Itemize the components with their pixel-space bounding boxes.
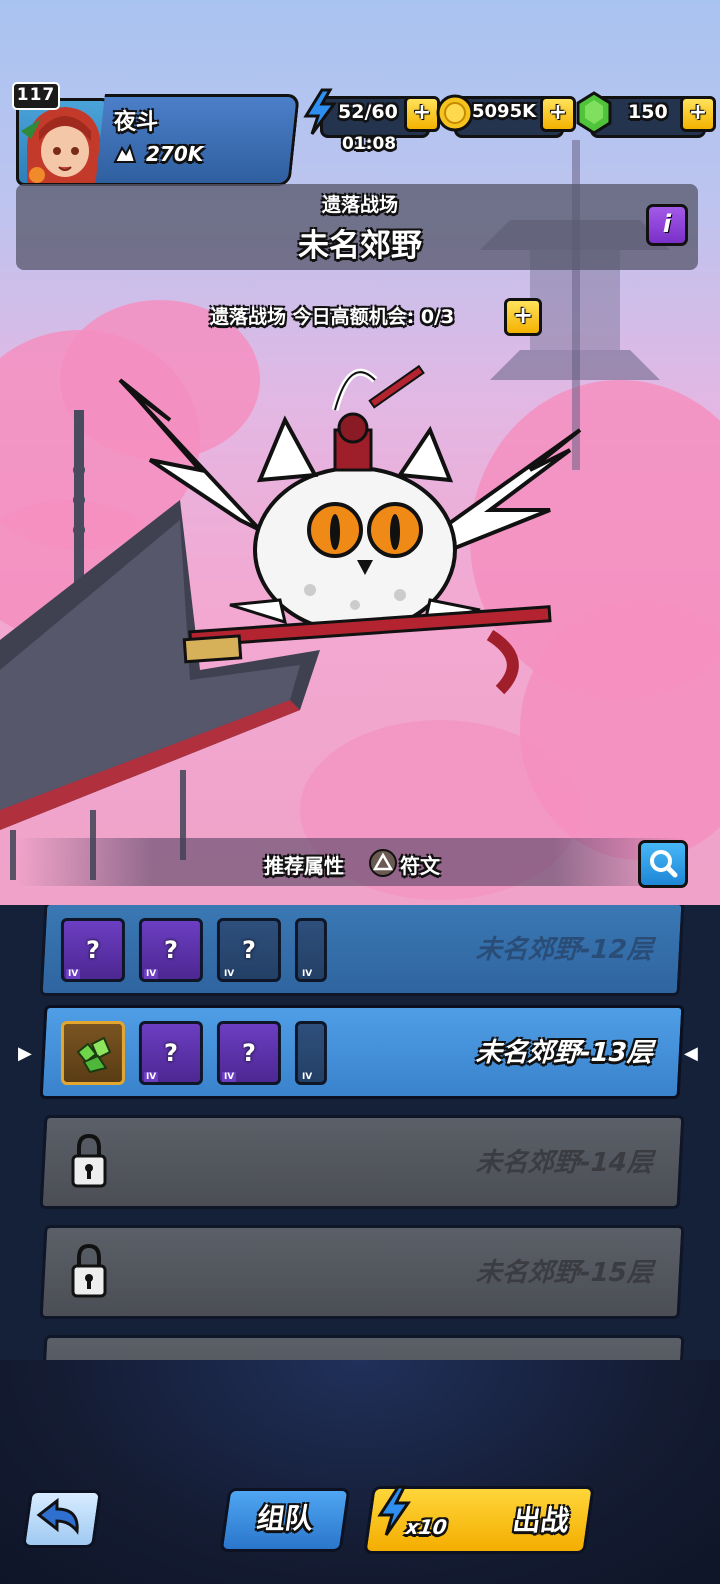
battle-label: 出战 [510, 1504, 572, 1537]
floor-label: 未名郊野-12层 [475, 935, 654, 965]
reward-slot-partial[interactable]: IV [294, 1021, 327, 1085]
energy-timer: 01:08 [342, 134, 397, 154]
green-crystals-icon [76, 1036, 112, 1074]
reward-tier: IV [221, 1072, 237, 1082]
energy-cost: x10 [404, 1515, 449, 1539]
rune-icon [368, 848, 398, 882]
reward-slot[interactable]: ? IV [60, 918, 125, 982]
floor-label: 未名郊野-13层 [475, 1038, 654, 1068]
recommend-attribute: 符文 [400, 854, 440, 878]
reward-slot[interactable]: ? IV [216, 1021, 281, 1085]
recommend-bar [18, 838, 688, 886]
lock-icon [71, 1244, 107, 1298]
unknown-reward-icon: ? [163, 936, 178, 964]
floor-row-15[interactable]: 未名郊野-15层 [39, 1225, 685, 1319]
recommend-label: 推荐属性 [264, 854, 344, 878]
floor-label: 未名郊野-14层 [475, 1148, 654, 1178]
reward-tier: IV [299, 1072, 315, 1082]
power-icon [112, 142, 138, 170]
floor-row-12[interactable]: ? IV ? IV ? IV IV 未名郊野-12层 [39, 905, 685, 996]
reward-slot-gems[interactable] [60, 1021, 125, 1085]
floor-row-13[interactable]: ? IV ? IV IV 未名郊野-13层 [39, 1005, 685, 1099]
selector-right-arrow: ◀ [684, 1043, 698, 1064]
add-gems-button[interactable]: + [680, 96, 716, 132]
reward-slot-partial[interactable]: IV [294, 918, 327, 982]
unknown-reward-icon: ? [85, 936, 100, 964]
info-button[interactable]: i [646, 204, 688, 246]
search-button[interactable] [638, 840, 688, 888]
reward-slot[interactable]: ? IV [138, 1021, 203, 1085]
selector-left-arrow: ▶ [18, 1043, 32, 1064]
reward-slot[interactable]: ? IV [216, 918, 281, 982]
reward-tier: IV [65, 969, 81, 979]
search-icon [650, 850, 678, 878]
unknown-reward-icon: ? [241, 1039, 256, 1067]
back-arrow-icon [36, 1497, 79, 1535]
hero-portrait [21, 107, 101, 183]
reward-tier: IV [143, 969, 159, 979]
reward-tier: IV [143, 1072, 159, 1082]
lightning-icon [302, 88, 338, 140]
lock-icon [71, 1134, 107, 1188]
gold-coin-icon [434, 92, 476, 138]
unknown-reward-icon: ? [163, 1039, 178, 1067]
add-gold-button[interactable]: + [540, 96, 576, 132]
gem-value: 150 [628, 101, 668, 123]
boss-owl-samurai [118, 364, 582, 695]
battlefield-title: 未名郊野 [298, 228, 422, 264]
player-power: 270K [146, 142, 204, 166]
battlefield-category: 遗落战场 [321, 194, 398, 216]
battle-button[interactable]: x10 出战 [363, 1485, 595, 1554]
add-chance-button[interactable]: + [504, 298, 542, 336]
floor-row-14[interactable]: 未名郊野-14层 [39, 1115, 685, 1209]
player-level-badge: 117 [12, 82, 60, 110]
green-gem-icon [574, 90, 614, 140]
back-button[interactable] [21, 1490, 103, 1548]
floor-row-partial[interactable] [39, 1335, 685, 1360]
team-button[interactable]: 组队 [219, 1488, 351, 1552]
energy-value: 52/60 [338, 101, 398, 123]
reward-tier: IV [221, 969, 237, 979]
floor-list[interactable]: ? IV ? IV ? IV IV 未名郊野-12层 ▶ ◀ ? IV ? IV IV 未… [0, 905, 720, 1360]
floor-label: 未名郊野-15层 [475, 1258, 654, 1288]
reward-slot[interactable]: ? IV [138, 918, 203, 982]
player-name: 夜斗 [114, 110, 159, 135]
reward-tier: IV [299, 969, 315, 979]
daily-chance-text: 遗落战场 今日高额机会: 0/3 [210, 306, 455, 328]
unknown-reward-icon: ? [241, 936, 256, 964]
gold-value: 5095K [472, 101, 537, 122]
bottom-action-bar [0, 1360, 720, 1584]
